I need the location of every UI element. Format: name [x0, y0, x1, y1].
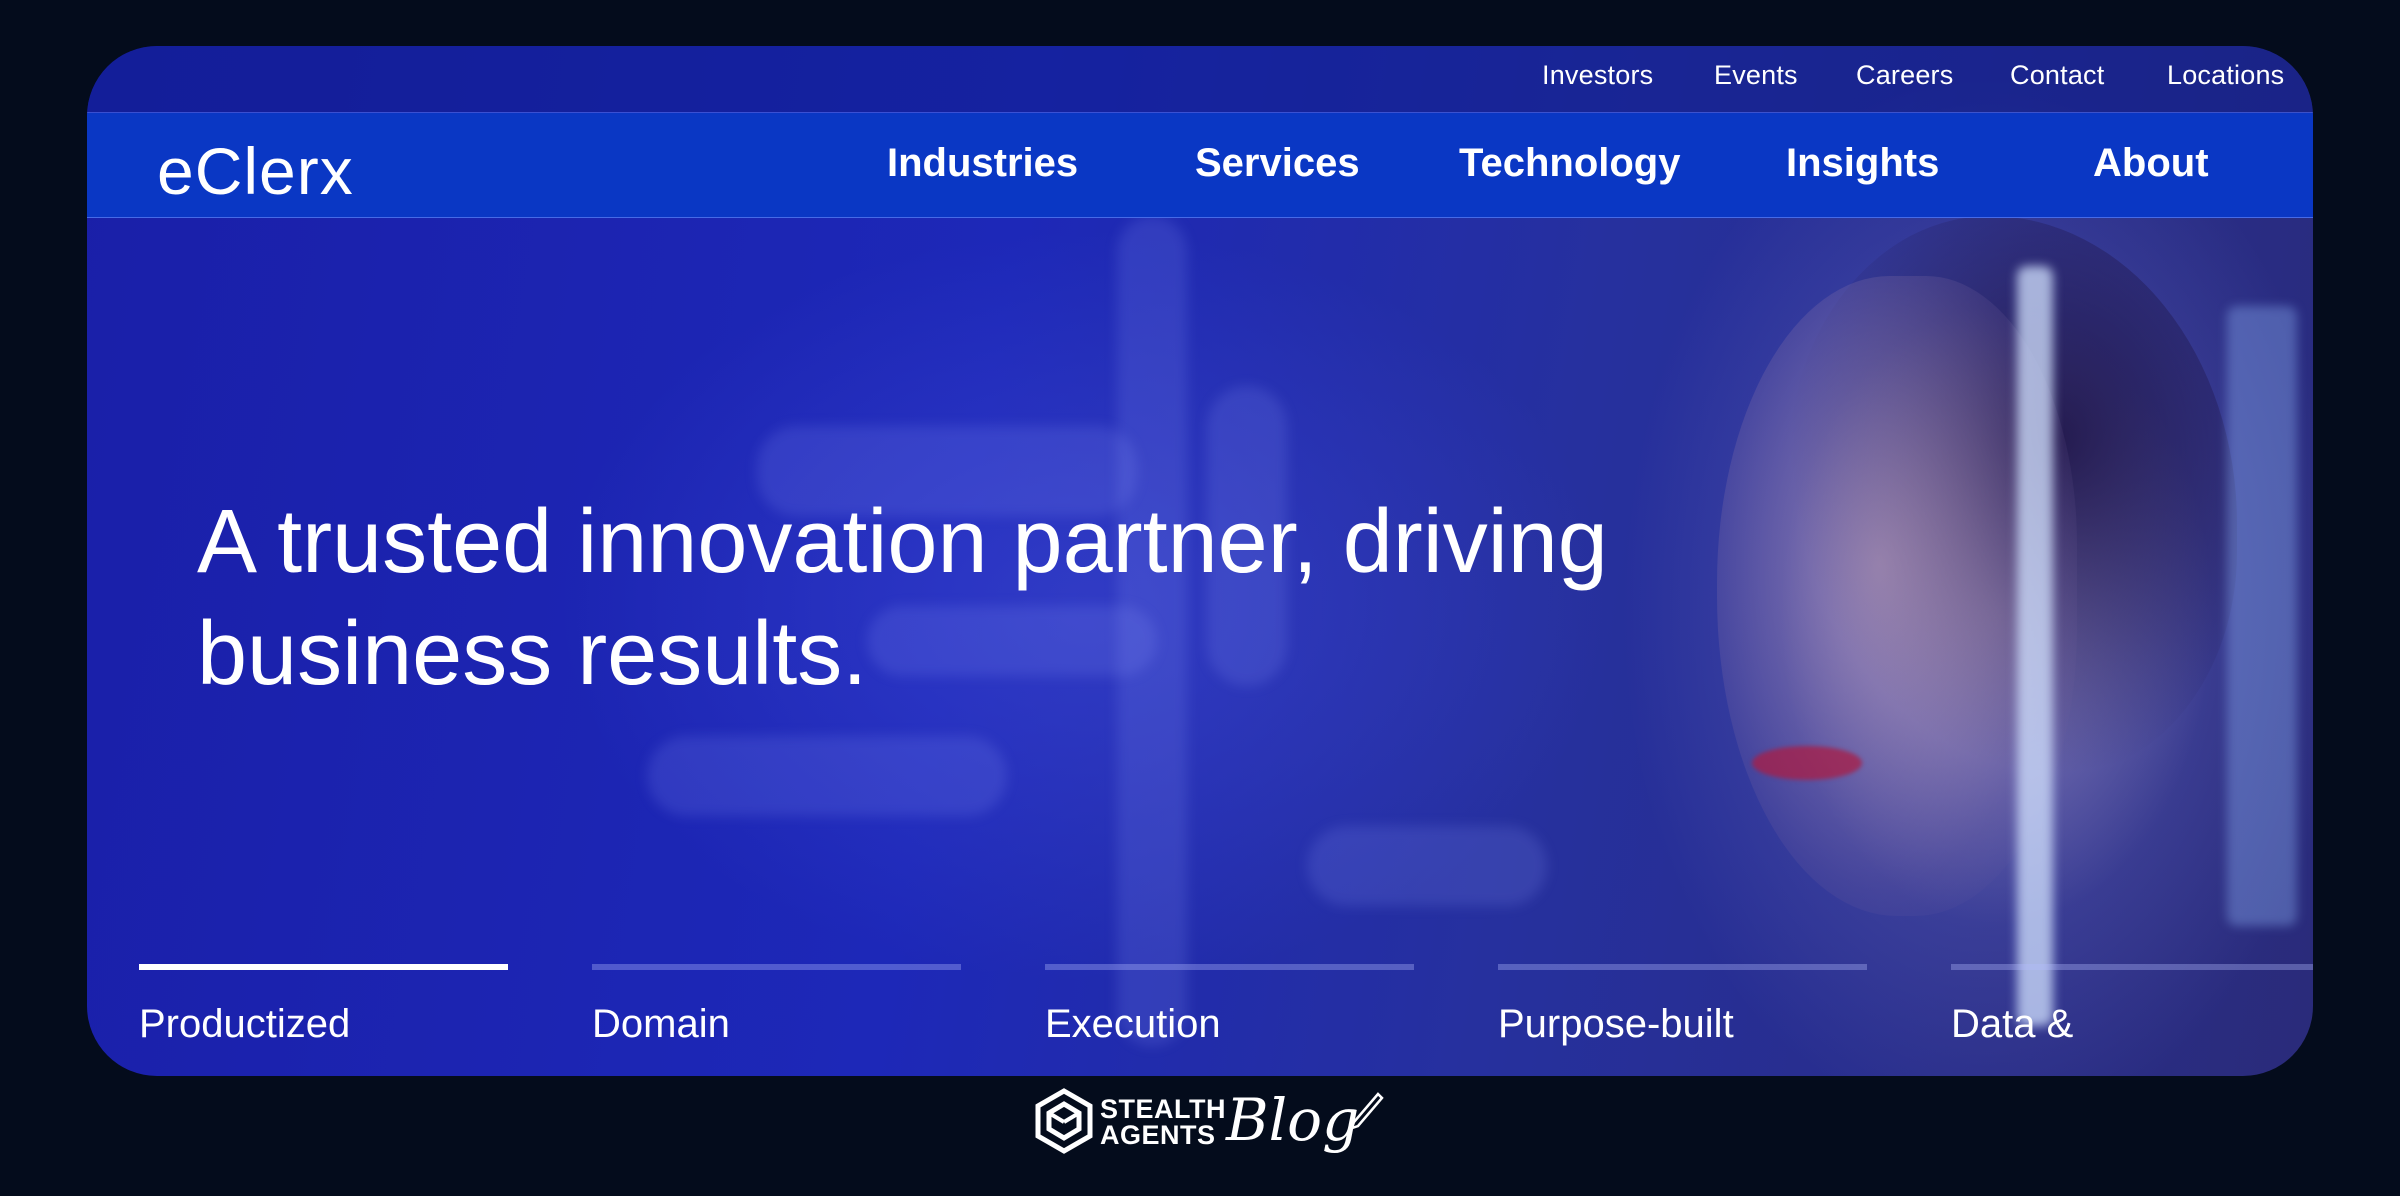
tab-purpose-built[interactable]: Purpose-built [1498, 998, 1858, 1050]
hero-headline-line1: A trusted innovation partner, driving [197, 492, 1608, 592]
watermark-line1: STEALTH [1100, 1094, 1226, 1124]
nav-insights[interactable]: Insights [1786, 141, 1939, 186]
bg-light-shape [1307, 826, 1547, 906]
eclerx-logo[interactable]: eClerx [157, 133, 354, 209]
pen-icon [1347, 1092, 1384, 1135]
watermark-wordmark: STEALTH AGENTS [1100, 1094, 1226, 1150]
tab-execution[interactable]: Execution [1045, 998, 1405, 1050]
tab-domain[interactable]: Domain [592, 998, 952, 1050]
hero-headline: A trusted innovation partner, driving bu… [197, 486, 1757, 710]
nav-industries[interactable]: Industries [887, 141, 1078, 186]
hero-portrait-lips [1752, 746, 1862, 780]
top-link-careers[interactable]: Careers [1856, 60, 1953, 91]
tab-productized[interactable]: Productized [139, 998, 499, 1050]
utility-nav: Investors Events Careers Contact Locatio… [87, 46, 2313, 113]
stealth-agents-blog-watermark: STEALTH AGENTS Blog [1034, 1086, 1394, 1158]
tab-data[interactable]: Data & [1951, 998, 2311, 1050]
stealth-agents-logo-icon [1035, 1088, 1093, 1154]
nav-technology[interactable]: Technology [1459, 141, 1680, 186]
top-link-contact[interactable]: Contact [2010, 60, 2104, 91]
tab-indicator-productized [139, 964, 508, 970]
nav-about[interactable]: About [2093, 141, 2209, 186]
tab-indicator-purpose-built [1498, 964, 1867, 970]
website-frame: Investors Events Careers Contact Locatio… [87, 46, 2313, 1076]
nav-services[interactable]: Services [1195, 141, 1360, 186]
main-nav: eClerx Industries Services Technology In… [87, 113, 2313, 218]
top-link-events[interactable]: Events [1714, 60, 1798, 91]
watermark-script: Blog [1226, 1086, 1360, 1154]
hero-headline-line2: business results. [197, 604, 868, 704]
bg-light-bar [2227, 306, 2297, 926]
tab-indicator-execution [1045, 964, 1414, 970]
tab-indicator-data [1951, 964, 2313, 970]
bg-light-bar [2017, 266, 2053, 1026]
top-link-locations[interactable]: Locations [2167, 60, 2284, 91]
bg-light-shape [647, 736, 1007, 816]
top-link-investors[interactable]: Investors [1542, 60, 1653, 91]
watermark-line2: AGENTS [1100, 1120, 1216, 1150]
tab-indicator-domain [592, 964, 961, 970]
